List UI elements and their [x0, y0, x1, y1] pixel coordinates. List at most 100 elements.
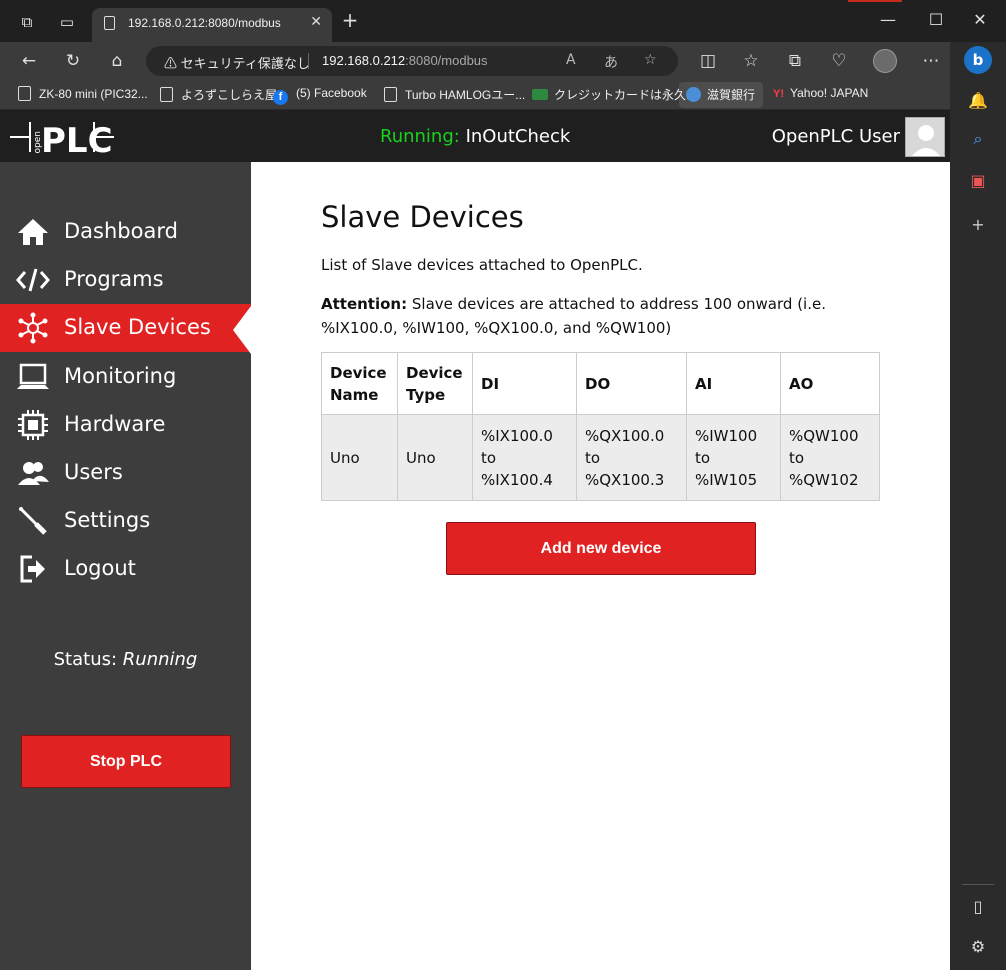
favorite-star-icon[interactable]: ☆	[644, 52, 657, 68]
logout-icon	[20, 555, 45, 583]
sidebar-item-dashboard[interactable]: Dashboard	[0, 208, 251, 256]
sidebar-item-slave-devices[interactable]: Slave Devices	[0, 304, 251, 352]
user-name[interactable]: OpenPLC User	[772, 126, 900, 147]
gear-icon[interactable]: ⚙	[967, 936, 989, 958]
translate-icon[interactable]: あ	[604, 52, 618, 72]
page-icon	[384, 87, 397, 102]
address-bar[interactable]: ⚠ セキュリティ保護なし 192.168.0.212:8080/modbus A…	[146, 46, 678, 76]
browser-tab[interactable]: 192.168.0.212:8080/modbus ✕	[92, 8, 332, 42]
openplc-logo: open PLC	[10, 121, 114, 158]
column-header: AI	[686, 352, 781, 415]
sidebar-item-label: Hardware	[64, 412, 166, 436]
bookmark-item[interactable]: Turbo HAMLOGユー...	[384, 86, 525, 103]
page-title: Slave Devices	[321, 200, 524, 234]
favorites-icon[interactable]: ☆	[740, 50, 762, 72]
bookmark-item[interactable]: よろずこしらえ屋	[160, 86, 277, 103]
web-page: open PLC Running: InOutCheck OpenPLC Use…	[0, 111, 950, 970]
sidebar-item-label: Programs	[64, 267, 164, 291]
bing-icon[interactable]: b	[964, 46, 992, 74]
home-icon	[18, 219, 48, 245]
running-status: Running: InOutCheck	[380, 126, 571, 147]
divider	[962, 884, 994, 885]
edge-sidebar: b 🔔 ⌕ ▣ + ▯ ⚙	[950, 42, 1006, 970]
table-cell: %IW100 to %IW105	[686, 414, 781, 501]
sidebar-item-hardware[interactable]: Hardware	[0, 401, 251, 449]
sidebar: Dashboard Programs Slave Devices Monitor…	[0, 162, 251, 970]
svg-text:PLC: PLC	[41, 121, 113, 158]
tab-actions-icon[interactable]: ▭	[58, 13, 76, 31]
column-header: DI	[472, 352, 577, 415]
page-header: open PLC Running: InOutCheck OpenPLC Use…	[0, 111, 950, 162]
more-icon[interactable]: ⋯	[920, 50, 942, 72]
slave-devices-table: Device Name Device Type DI DO AI AO Uno Un…	[321, 352, 880, 501]
bookmark-item[interactable]: 滋賀銀行	[686, 86, 755, 103]
add-icon[interactable]: +	[967, 214, 989, 236]
table-header-row: Device Name Device Type DI DO AI AO	[321, 352, 880, 415]
tab-title: 192.168.0.212:8080/modbus	[128, 16, 281, 30]
yahoo-icon: Y!	[773, 88, 784, 100]
column-header: DO	[576, 352, 687, 415]
sidebar-item-programs[interactable]: Programs	[0, 256, 251, 304]
sidebar-item-label: Monitoring	[64, 364, 177, 388]
chip-icon	[18, 410, 48, 440]
sidebar-item-monitoring[interactable]: Monitoring	[0, 353, 251, 401]
collections-icon[interactable]: ⧉	[784, 50, 806, 72]
url-text[interactable]: 192.168.0.212:8080/modbus	[322, 53, 488, 68]
profile-avatar[interactable]	[873, 49, 897, 73]
maximize-icon[interactable]: ☐	[924, 10, 948, 29]
bookmark-item[interactable]: クレジットカードは永久...	[532, 86, 696, 103]
bookmark-item[interactable]: ZK-80 mini (PIC32...	[18, 86, 148, 101]
home-icon[interactable]: ⌂	[106, 50, 128, 72]
workspaces-icon[interactable]: ⧉	[18, 13, 36, 31]
globe-icon	[686, 87, 701, 102]
close-window-icon[interactable]: ✕	[968, 10, 992, 29]
back-icon[interactable]: ←	[18, 50, 40, 72]
split-screen-icon[interactable]: ◫	[697, 50, 719, 72]
search-icon[interactable]: ⌕	[967, 128, 989, 150]
new-tab-icon[interactable]: +	[340, 10, 360, 30]
close-tab-icon[interactable]: ✕	[310, 14, 322, 30]
intro-text: List of Slave devices attached to OpenPL…	[321, 256, 643, 274]
page-icon	[104, 16, 115, 30]
add-new-device-button[interactable]: Add new device	[446, 522, 756, 575]
sidebar-item-users[interactable]: Users	[0, 449, 251, 497]
sidebar-item-label: Settings	[64, 508, 151, 532]
sidebar-item-logout[interactable]: Logout	[0, 545, 251, 593]
card-icon	[532, 89, 548, 100]
sidebar-item-label: Dashboard	[64, 219, 178, 243]
refresh-icon[interactable]: ↻	[62, 50, 84, 72]
user-avatar[interactable]	[905, 117, 945, 157]
security-warning[interactable]: ⚠ セキュリティ保護なし	[164, 53, 310, 72]
wrench-icon	[19, 507, 47, 535]
table-cell: %QX100.0 to %QX100.3	[576, 414, 687, 501]
minimize-icon[interactable]: —	[876, 10, 900, 29]
sidebar-item-label: Users	[64, 460, 123, 484]
table-row[interactable]: Uno Uno %IX100.0 to %IX100.4 %QX100.0 to %QX…	[321, 414, 880, 501]
read-aloud-icon[interactable]: A	[566, 52, 576, 68]
page-icon	[18, 86, 31, 101]
tools-icon[interactable]: ▣	[967, 170, 989, 192]
window-accent	[848, 0, 902, 2]
page-icon	[160, 87, 173, 102]
divider	[308, 53, 309, 69]
bookmark-item[interactable]: Y! Yahoo! JAPAN	[773, 86, 868, 100]
table-cell: Uno	[321, 414, 398, 501]
table-cell: %QW100 to %QW102	[780, 414, 880, 501]
facebook-icon: f	[273, 90, 288, 105]
active-indicator	[233, 306, 251, 354]
attention-note: Attention: Slave devices are attached to…	[321, 295, 826, 337]
network-icon	[18, 312, 48, 344]
browser-essentials-icon[interactable]: ♡	[828, 50, 850, 72]
sidebar-item-settings[interactable]: Settings	[0, 497, 251, 545]
stop-plc-button[interactable]: Stop PLC	[21, 735, 231, 788]
column-header: AO	[780, 352, 880, 415]
table-cell: Uno	[397, 414, 473, 501]
bell-icon[interactable]: 🔔	[967, 90, 989, 112]
sidebar-toggle-icon[interactable]: ▯	[967, 896, 989, 918]
table-cell: %IX100.0 to %IX100.4	[472, 414, 577, 501]
monitor-icon	[17, 363, 49, 389]
column-header: Device Type	[397, 352, 473, 415]
users-icon	[18, 462, 49, 485]
person-icon	[911, 125, 941, 156]
bookmark-item[interactable]: f (5) Facebook	[273, 86, 367, 105]
